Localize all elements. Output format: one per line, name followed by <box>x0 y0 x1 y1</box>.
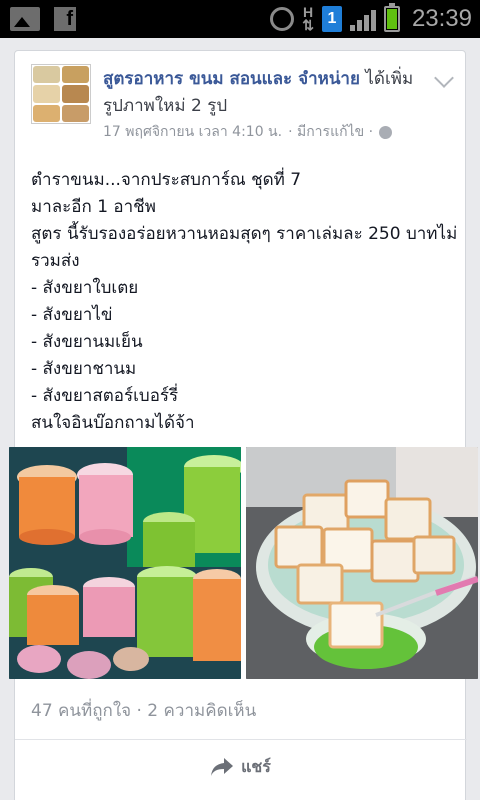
body-line: สนใจอินบ๊อกถามได้จ้า <box>31 413 195 433</box>
signal-icon <box>349 7 376 31</box>
post-body: ตำราขนม...จากประสบการ์ณ ชุดที่ 7 มาละอีก… <box>31 167 458 437</box>
post-photo-custard-cups[interactable] <box>9 447 241 679</box>
hspa-icon: H ⇅ <box>302 4 314 33</box>
network-type: H <box>303 4 314 20</box>
body-line: ตำราขนม...จากประสบการ์ณ ชุดที่ 7 <box>31 170 302 190</box>
globe-icon <box>379 125 393 139</box>
page-name-link[interactable]: สูตรอาหาร ขนม สอนและ จำหน่าย <box>103 69 360 89</box>
body-line: - สังขยาใบเตย <box>31 278 139 298</box>
body-line: - สังขยาไข่ <box>31 305 113 325</box>
facebook-icon: f <box>54 7 76 31</box>
post-meta: 17 พฤศจิกายน เวลา 4:10 น. · มีการแก้ไข · <box>103 121 393 143</box>
gallery-icon <box>10 7 40 31</box>
sim-icon: 1 <box>321 6 342 32</box>
share-arrow-icon <box>211 758 234 776</box>
chevron-down-icon[interactable] <box>434 68 454 88</box>
post-card: สูตรอาหาร ขนม สอนและ จำหน่าย ได้เพิ่มรูป… <box>9 50 478 800</box>
post-header: สูตรอาหาร ขนม สอนและ จำหน่าย ได้เพิ่มรูป… <box>103 66 423 120</box>
divider <box>15 739 467 740</box>
share-button[interactable]: แชร์ <box>15 741 467 793</box>
post-timestamp[interactable]: 17 พฤศจิกายน เวลา 4:10 น. <box>103 121 282 143</box>
body-line: มาละอีก 1 อาชีพ <box>31 197 156 217</box>
body-line: สูตร นี้รับรองอร่อยหวานหอมสุดๆ ราคาเล่มล… <box>31 224 458 244</box>
post-stats: 47 คนที่ถูกใจ · 2 ความคิดเห็น <box>31 697 256 724</box>
body-line: - สังขยานมเย็น <box>31 332 143 352</box>
status-time: 23:39 <box>411 5 472 32</box>
post-photo-bread-custard[interactable] <box>246 447 478 679</box>
likes-count[interactable]: 47 คนที่ถูกใจ <box>31 701 131 721</box>
body-line: - สังขยาสตอร์เบอร์รี่ <box>31 386 179 406</box>
status-bar: f H ⇅ 1 23:39 <box>0 0 480 38</box>
alarm-icon <box>270 7 295 31</box>
page-avatar[interactable] <box>31 64 91 124</box>
share-label: แชร์ <box>241 756 271 776</box>
body-line: รวมส่ง <box>31 251 80 271</box>
edited-label[interactable]: · มีการแก้ไข · <box>288 121 373 143</box>
battery-icon <box>383 3 400 32</box>
comments-count[interactable]: · 2 ความคิดเห็น <box>137 701 257 721</box>
body-line: - สังขยาชานม <box>31 359 137 379</box>
